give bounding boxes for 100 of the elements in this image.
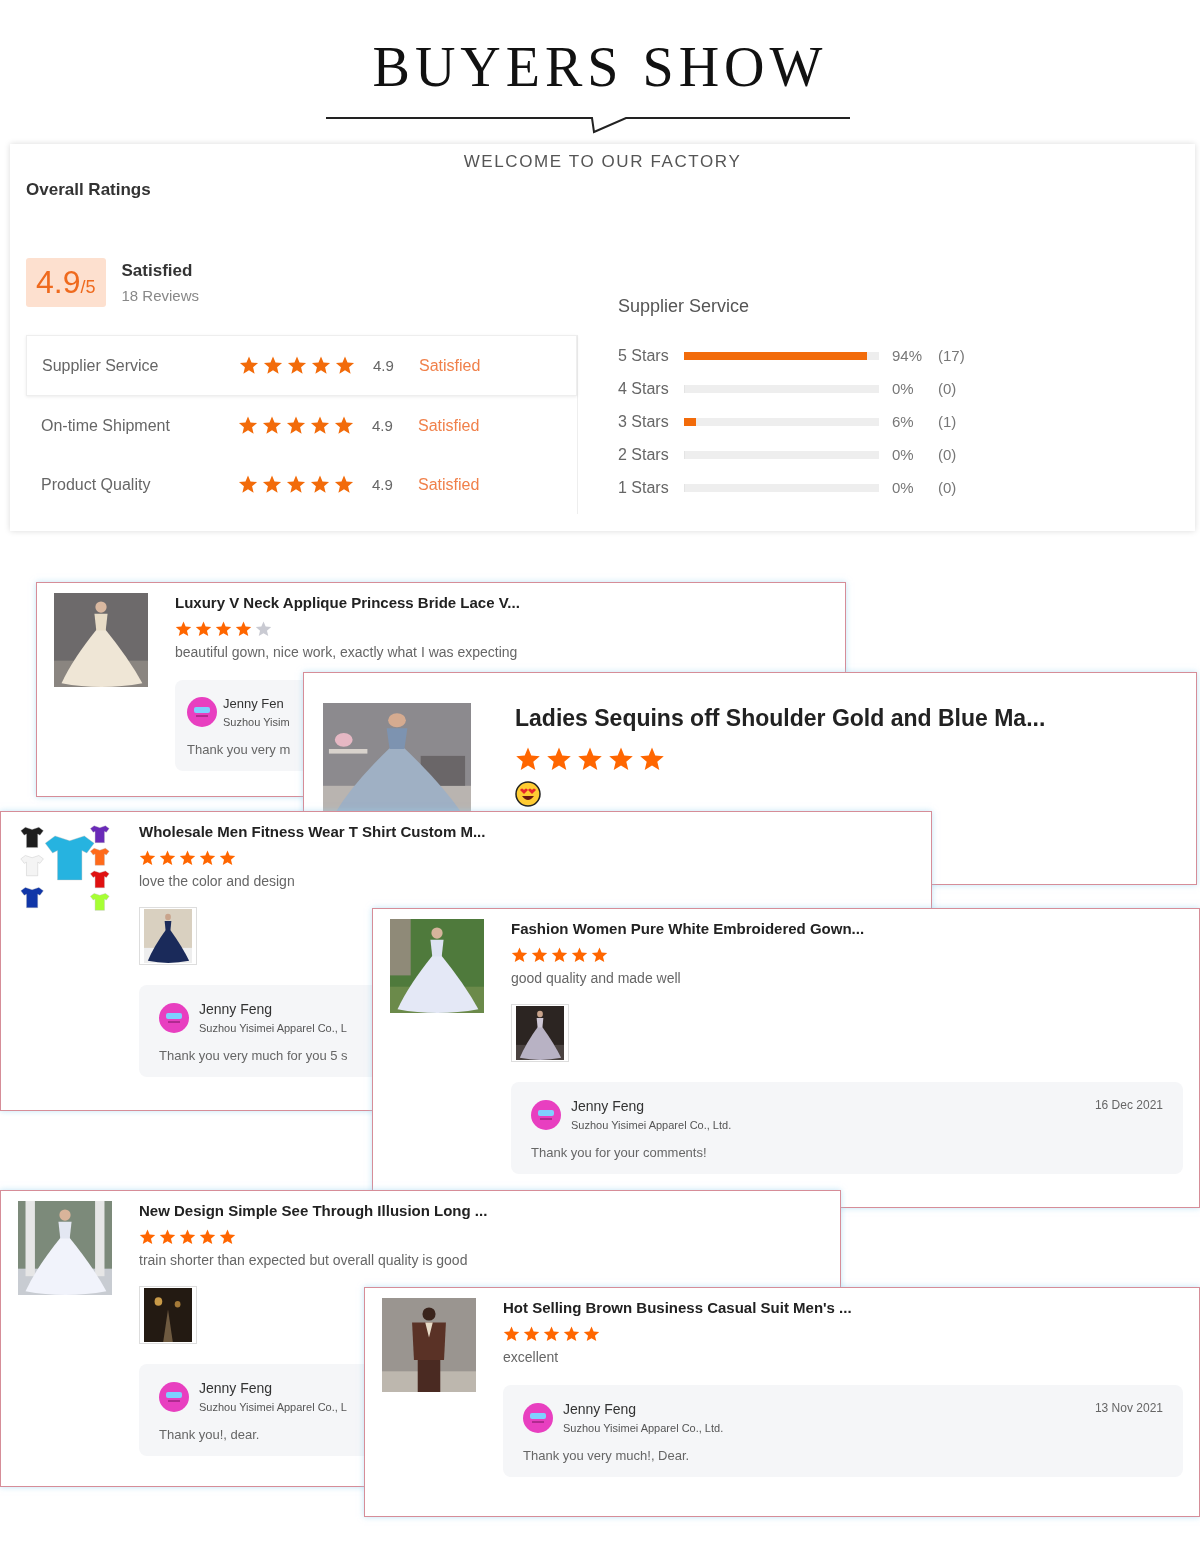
product-title: New Design Simple See Through Illusion Long ... bbox=[139, 1201, 489, 1221]
star-icon bbox=[286, 474, 306, 495]
star-icon bbox=[219, 1229, 236, 1246]
star-icon bbox=[591, 947, 608, 964]
star-icon bbox=[262, 415, 282, 436]
category-verdict: Satisfied bbox=[418, 475, 480, 494]
star-icon bbox=[310, 415, 330, 436]
category-name: Product Quality bbox=[41, 475, 152, 494]
product-title: Ladies Sequins off Shoulder Gold and Blue Ma... bbox=[515, 704, 1047, 733]
count: (1) bbox=[938, 413, 957, 430]
product-title: Wholesale Men Fitness Wear T Shirt Custom M... bbox=[139, 822, 487, 842]
review-comment: beautiful gown, nice work, exactly what I was expecting bbox=[175, 644, 519, 660]
breakdown-heading: Supplier Service bbox=[618, 296, 751, 317]
category-score: 4.9 bbox=[372, 417, 394, 434]
star-icon bbox=[179, 850, 196, 867]
category-name: Supplier Service bbox=[42, 356, 160, 375]
percent: 6% bbox=[892, 413, 915, 430]
replier-name: Jenny Feng bbox=[571, 1098, 645, 1114]
percent: 0% bbox=[892, 446, 915, 463]
star-icon bbox=[238, 415, 258, 436]
replier-name: Jenny Feng bbox=[199, 1380, 273, 1396]
product-title: Luxury V Neck Applique Princess Bride Lace V... bbox=[175, 593, 521, 613]
review-comment: good quality and made well bbox=[511, 970, 682, 986]
rating-score: 4.9/5 bbox=[26, 258, 106, 307]
star-icon bbox=[546, 747, 572, 773]
star-icon bbox=[159, 850, 176, 867]
star-icon bbox=[563, 1326, 580, 1343]
star-icon bbox=[139, 850, 156, 867]
review-count: 18 Reviews bbox=[121, 287, 200, 304]
reply-date: 13 Nov 2021 bbox=[1094, 1401, 1163, 1415]
category-score: 4.9 bbox=[372, 476, 394, 493]
star-icon bbox=[179, 1229, 196, 1246]
percent: 94% bbox=[892, 347, 924, 364]
star-icon bbox=[543, 1326, 560, 1343]
star-icon bbox=[195, 621, 212, 638]
reply-message: Thank you!, dear. bbox=[159, 1427, 260, 1442]
review-comment: excellent bbox=[503, 1349, 560, 1365]
avatar-icon bbox=[523, 1402, 553, 1433]
rating-verdict: Satisfied bbox=[121, 261, 194, 281]
star-icon bbox=[139, 1229, 156, 1246]
company-name: Suzhou Yisimei Apparel Co., L bbox=[199, 1022, 347, 1034]
product-title: Fashion Women Pure White Embroidered Gown... bbox=[511, 919, 866, 939]
star-icon bbox=[199, 850, 216, 867]
star-icon bbox=[215, 621, 232, 638]
star-icon bbox=[175, 621, 192, 638]
reply-message: Thank you very much for you 5 s bbox=[159, 1048, 348, 1063]
review-comment: love the color and design bbox=[139, 873, 296, 889]
star-icon bbox=[531, 947, 548, 964]
star-label: 5 Stars bbox=[618, 346, 670, 365]
star-icon bbox=[238, 474, 258, 495]
star-icon bbox=[286, 415, 306, 436]
review-comment: train shorter than expected but overall quality is good bbox=[139, 1252, 469, 1268]
star-icon bbox=[262, 474, 282, 495]
star-icon bbox=[263, 355, 283, 376]
star-icon bbox=[583, 1326, 600, 1343]
star-icon bbox=[199, 1229, 216, 1246]
category-verdict: Satisfied bbox=[418, 416, 480, 435]
company-name: Suzhou Yisim bbox=[223, 716, 290, 728]
avatar-icon bbox=[187, 697, 217, 727]
page-title: BUYERS SHOW bbox=[372, 36, 828, 98]
star-icon bbox=[639, 747, 665, 773]
star-icon bbox=[608, 747, 634, 773]
category-verdict: Satisfied bbox=[419, 356, 481, 375]
star-icon bbox=[219, 850, 236, 867]
reply-message: Thank you very m bbox=[187, 742, 291, 757]
category-name: On-time Shipment bbox=[41, 416, 171, 435]
star-icon bbox=[159, 1229, 176, 1246]
star-icon bbox=[335, 355, 355, 376]
star-icon bbox=[551, 947, 568, 964]
photo-thumbnail[interactable] bbox=[511, 1004, 569, 1062]
percent: 0% bbox=[892, 380, 915, 397]
count: (0) bbox=[938, 479, 957, 496]
photo-thumbnail[interactable] bbox=[139, 1286, 197, 1344]
star-label: 1 Stars bbox=[618, 478, 670, 497]
star-icon bbox=[511, 947, 528, 964]
company-name: Suzhou Yisimei Apparel Co., Ltd. bbox=[563, 1422, 724, 1434]
avatar-icon bbox=[159, 1002, 189, 1033]
photo-thumbnail[interactable] bbox=[139, 907, 197, 965]
count: (0) bbox=[938, 380, 957, 397]
star-icon bbox=[310, 474, 330, 495]
count: (0) bbox=[938, 446, 957, 463]
count: (17) bbox=[938, 347, 965, 364]
reply-message: Thank you very much!, Dear. bbox=[523, 1448, 690, 1463]
star-icon bbox=[523, 1326, 540, 1343]
page-subtitle: WELCOME TO OUR FACTORY bbox=[462, 152, 743, 172]
replier-name: Jenny Feng bbox=[199, 1001, 273, 1017]
avatar-icon bbox=[531, 1099, 561, 1130]
company-name: Suzhou Yisimei Apparel Co., Ltd. bbox=[571, 1119, 732, 1131]
star-icon bbox=[334, 474, 354, 495]
star-label: 2 Stars bbox=[618, 445, 670, 464]
star-icon bbox=[239, 355, 259, 376]
percent: 0% bbox=[892, 479, 915, 496]
star-icon bbox=[255, 621, 272, 638]
reply-date: 16 Dec 2021 bbox=[1094, 1098, 1163, 1112]
avatar-icon bbox=[159, 1381, 189, 1412]
star-icon bbox=[235, 621, 252, 638]
star-icon bbox=[515, 747, 541, 773]
reply-message: Thank you for your comments! bbox=[531, 1145, 707, 1160]
star-icon bbox=[571, 947, 588, 964]
replier-name: Jenny Fen bbox=[223, 696, 284, 711]
